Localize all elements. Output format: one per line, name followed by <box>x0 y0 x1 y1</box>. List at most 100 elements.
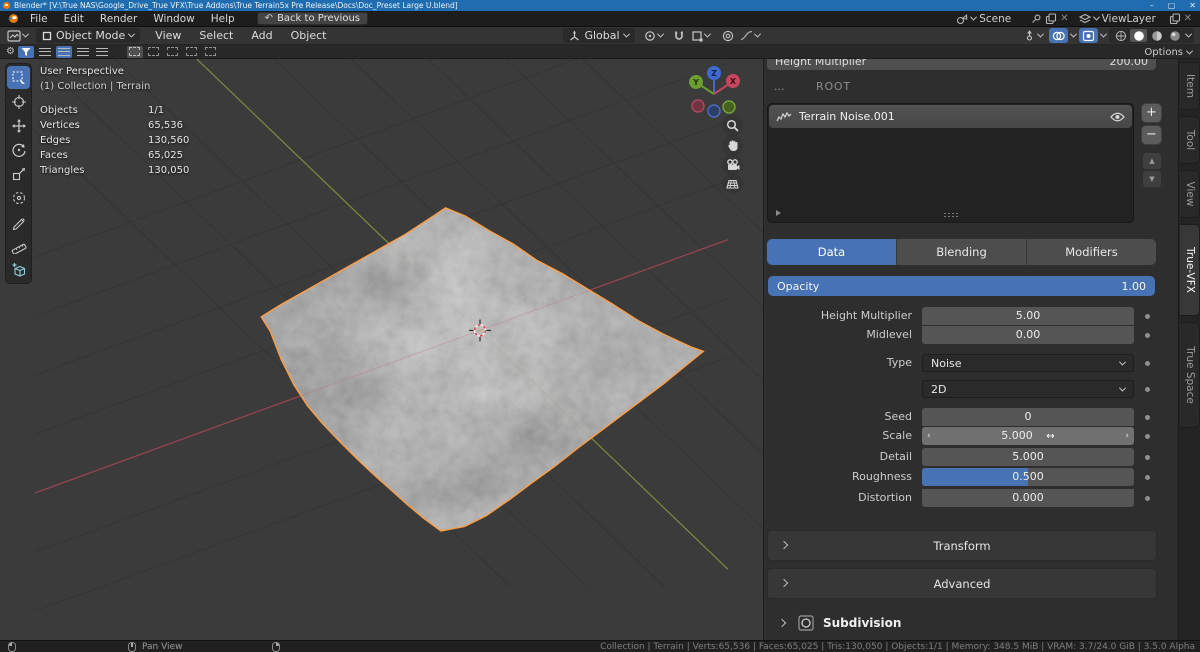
select-mode-extend-button[interactable] <box>146 46 162 58</box>
snap-target-dropdown[interactable] <box>688 28 713 43</box>
list-resize-grip[interactable] <box>943 212 959 218</box>
xray-chevron[interactable] <box>1100 31 1107 38</box>
detail-field[interactable]: 5.000 <box>922 448 1134 466</box>
select-mode-subtract-button[interactable] <box>165 46 181 58</box>
tool-cursor[interactable] <box>7 90 30 113</box>
perspective-toggle-button[interactable] <box>722 173 743 194</box>
advanced-panel-header[interactable]: Advanced <box>767 568 1157 599</box>
decorator-dot[interactable] <box>1145 387 1150 392</box>
pan-view-button[interactable] <box>722 135 743 156</box>
menu-help[interactable]: Help <box>203 11 243 27</box>
pivot-point-dropdown[interactable] <box>641 28 666 43</box>
maximize-button[interactable]: ▢ <box>1168 0 1176 11</box>
menu-object[interactable]: Object <box>282 27 336 45</box>
display-mode-3-button[interactable] <box>75 46 91 58</box>
tab-true-space[interactable]: True Space <box>1180 322 1200 428</box>
decorator-dot[interactable] <box>1145 434 1150 439</box>
type-dropdown[interactable]: Noise <box>922 354 1134 372</box>
height-multiplier-field[interactable]: 5.00 <box>922 307 1134 325</box>
pin-icon[interactable] <box>1030 13 1042 25</box>
gizmo-z-neg-axis[interactable] <box>708 105 720 117</box>
tab-view[interactable]: View <box>1180 170 1200 218</box>
transform-orientation-dropdown[interactable]: Global <box>563 28 634 43</box>
menu-file[interactable]: File <box>22 11 56 27</box>
menu-select[interactable]: Select <box>190 27 242 45</box>
gizmo-x-neg-axis[interactable] <box>692 100 704 112</box>
options-dropdown[interactable]: Options <box>1144 45 1192 59</box>
viewport-3d[interactable]: User Perspective (1) Collection | Terrai… <box>0 59 763 640</box>
terrain-stack-list[interactable]: Terrain Noise.001 <box>767 103 1134 223</box>
close-button[interactable]: ✕ <box>1189 0 1196 11</box>
mode-dropdown[interactable]: Object Mode <box>36 28 140 43</box>
subdivision-panel-header[interactable]: Subdivision <box>764 610 1164 636</box>
increment-arrow[interactable]: › <box>1125 427 1129 445</box>
opacity-slider[interactable]: Opacity 1.00 <box>768 276 1155 296</box>
editor-type-button[interactable] <box>4 28 31 43</box>
tool-add-cube[interactable] <box>7 258 30 281</box>
overlays-toggle[interactable] <box>1049 28 1068 43</box>
add-layer-button[interactable]: + <box>1141 103 1162 123</box>
tab-modifiers[interactable]: Modifiers <box>1027 239 1156 265</box>
scale-field[interactable]: ‹ 5.000 ↔ › <box>922 427 1134 445</box>
menu-render[interactable]: Render <box>92 11 145 27</box>
gizmo-y-neg-axis[interactable] <box>723 101 735 113</box>
dimensions-dropdown[interactable]: 2D <box>922 380 1134 398</box>
blender-logo-icon[interactable] <box>6 13 19 24</box>
camera-view-button[interactable] <box>722 154 743 175</box>
breadcrumb-root[interactable]: ROOT <box>816 80 851 93</box>
shading-material-button[interactable] <box>1148 29 1165 42</box>
select-mode-intersect-button[interactable] <box>203 46 219 58</box>
snap-toggle-button[interactable] <box>670 28 688 43</box>
remove-viewlayer-icon[interactable]: ✕ <box>1184 14 1192 24</box>
decorator-dot[interactable] <box>1145 361 1150 366</box>
viewlayer-selector[interactable]: ViewLayer ✕ <box>1079 13 1192 25</box>
menu-edit[interactable]: Edit <box>56 11 92 27</box>
back-to-previous-button[interactable]: ↶ Back to Previous <box>257 12 368 25</box>
show-gizmo-dropdown[interactable] <box>1020 28 1046 43</box>
roughness-slider[interactable]: 0.500 <box>922 468 1134 486</box>
decrement-arrow[interactable]: ‹ <box>927 427 931 445</box>
shading-solid-button[interactable] <box>1130 29 1147 42</box>
decorator-dot[interactable] <box>1145 455 1150 460</box>
decorator-dot[interactable] <box>1145 415 1150 420</box>
xray-toggle[interactable] <box>1079 28 1098 43</box>
proportional-editing-button[interactable] <box>719 28 737 43</box>
shading-wireframe-button[interactable] <box>1112 29 1129 42</box>
move-layer-up-button[interactable]: ▲ <box>1143 153 1161 169</box>
overlays-chevron[interactable] <box>1070 31 1077 38</box>
remove-layer-button[interactable]: − <box>1141 125 1162 145</box>
midlevel-field[interactable]: 0.00 <box>922 326 1134 344</box>
select-mode-new-button[interactable] <box>127 46 143 58</box>
unlink-scene-icon[interactable]: ✕ <box>1060 14 1068 24</box>
tool-transform[interactable] <box>7 186 30 209</box>
decorator-dot[interactable] <box>1145 475 1150 480</box>
tool-move[interactable] <box>7 114 30 137</box>
menu-add[interactable]: Add <box>242 27 281 45</box>
list-item-terrain-noise[interactable]: Terrain Noise.001 <box>769 105 1132 128</box>
shading-chevron[interactable] <box>1185 31 1192 38</box>
move-layer-down-button[interactable]: ▼ <box>1143 171 1161 187</box>
tab-data[interactable]: Data <box>767 239 897 265</box>
select-mode-invert-button[interactable] <box>184 46 200 58</box>
list-expand-triangle[interactable] <box>776 210 781 216</box>
breadcrumb-dots-button[interactable]: ... <box>774 80 785 93</box>
menu-view[interactable]: View <box>146 27 190 45</box>
shading-rendered-button[interactable] <box>1166 29 1183 42</box>
proportional-falloff-dropdown[interactable] <box>737 28 763 43</box>
new-viewlayer-icon[interactable] <box>1169 13 1181 25</box>
zoom-view-button[interactable] <box>722 115 743 136</box>
decorator-dot[interactable] <box>1145 333 1150 338</box>
distortion-field[interactable]: 0.000 <box>922 489 1134 507</box>
height-multiplier-top-slider[interactable]: Height Multiplier 200.00 <box>767 59 1156 70</box>
display-mode-1-button[interactable] <box>37 46 53 58</box>
tool-measure[interactable] <box>7 234 30 257</box>
tool-settings-gear-icon[interactable]: ⚙ <box>6 46 15 58</box>
visibility-eye-icon[interactable] <box>1110 112 1125 122</box>
navigation-gizmo[interactable]: Z Y X <box>686 61 744 123</box>
new-scene-icon[interactable] <box>1045 13 1057 25</box>
scene-selector[interactable]: Scene ✕ <box>956 13 1068 25</box>
menu-window[interactable]: Window <box>145 11 202 27</box>
tool-tweak-select[interactable] <box>7 66 30 89</box>
decorator-dot[interactable] <box>1145 496 1150 501</box>
tab-true-vfx[interactable]: True-VFX <box>1180 224 1200 316</box>
